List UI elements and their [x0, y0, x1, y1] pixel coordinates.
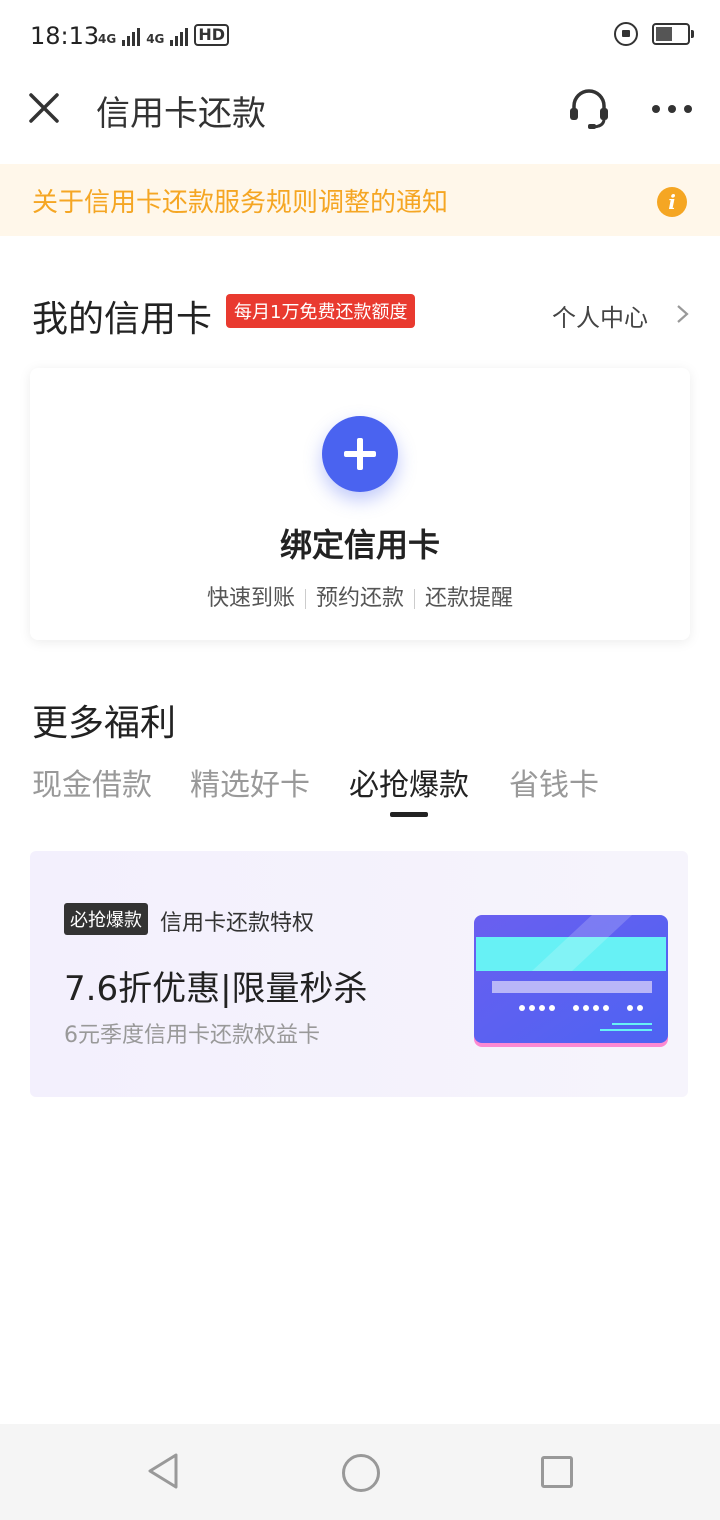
top-nav-bar: 信用卡还款	[0, 72, 720, 164]
tab-cash-loan[interactable]: 现金借款	[32, 760, 152, 804]
add-card-button[interactable]	[322, 416, 398, 492]
feature-fast-arrival: 快速到账	[206, 586, 295, 611]
network-type-2: 4G	[146, 32, 165, 46]
home-icon[interactable]	[342, 1454, 380, 1492]
headset-icon[interactable]	[566, 86, 612, 132]
tab-saving-card[interactable]: 省钱卡	[509, 760, 599, 804]
status-time: 18:13	[30, 22, 100, 50]
tab-hot-deals[interactable]: 必抢爆款	[349, 760, 469, 804]
bind-card-features: 快速到账 预约还款 还款提醒	[30, 580, 690, 612]
signal-icon	[170, 26, 189, 46]
chevron-right-icon[interactable]	[676, 304, 690, 324]
personal-center-link[interactable]: 个人中心	[552, 298, 648, 333]
benefit-tabs: 现金借款 精选好卡 必抢爆款 省钱卡	[32, 760, 692, 820]
promo-card[interactable]: 必抢爆款 信用卡还款特权 7.6折优惠|限量秒杀 6元季度信用卡还款权益卡	[30, 851, 688, 1097]
status-right	[614, 22, 694, 46]
rotation-lock-icon	[614, 22, 638, 46]
hd-icon: HD	[194, 24, 230, 46]
status-bar: 18:13 4G 4G HD	[0, 0, 720, 72]
feature-repayment-reminder: 还款提醒	[425, 586, 514, 611]
network-indicators: 4G 4G HD	[98, 24, 230, 46]
promo-subtitle: 信用卡还款特权	[160, 911, 315, 936]
bind-card-title: 绑定信用卡	[279, 526, 440, 564]
notice-banner[interactable]: 关于信用卡还款服务规则调整的通知 i	[0, 164, 720, 236]
active-tab-indicator	[390, 812, 428, 817]
more-benefits-title: 更多福利	[32, 703, 177, 744]
battery-icon	[652, 23, 694, 45]
promo-headline: 7.6折优惠|限量秒杀	[64, 969, 368, 1009]
system-nav-bar	[0, 1424, 720, 1520]
promo-description: 6元季度信用卡还款权益卡	[64, 1023, 320, 1048]
back-icon[interactable]	[146, 1452, 180, 1490]
tab-selected-cards[interactable]: 精选好卡	[190, 760, 310, 804]
signal-icon	[122, 26, 141, 46]
page-title: 信用卡还款	[96, 94, 266, 134]
my-cards-title: 我的信用卡	[32, 299, 213, 340]
credit-card-illustration	[474, 915, 668, 1047]
notice-text: 关于信用卡还款服务规则调整的通知	[32, 188, 449, 218]
info-icon[interactable]: i	[657, 187, 687, 217]
recent-apps-icon[interactable]	[541, 1456, 573, 1488]
promo-tag: 必抢爆款	[64, 903, 148, 935]
free-quota-badge: 每月1万免费还款额度	[226, 294, 416, 328]
my-cards-section: 我的信用卡 每月1万免费还款额度 个人中心	[0, 280, 720, 350]
feature-scheduled-repayment: 预约还款	[315, 586, 404, 611]
close-icon[interactable]	[28, 92, 60, 124]
network-type-1: 4G	[98, 32, 117, 46]
more-icon[interactable]	[652, 105, 692, 113]
bind-card-panel[interactable]: 绑定信用卡 快速到账 预约还款 还款提醒	[30, 368, 690, 640]
